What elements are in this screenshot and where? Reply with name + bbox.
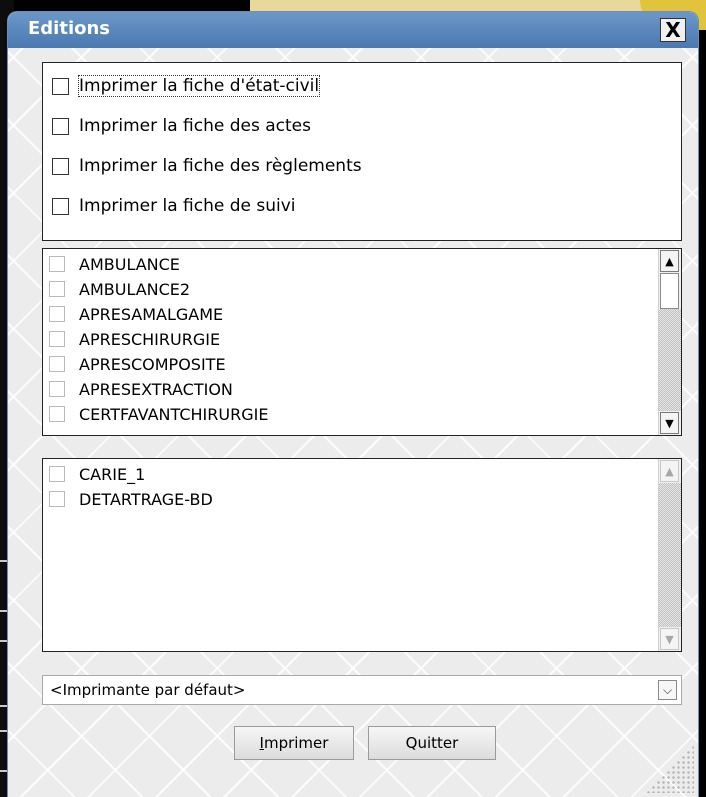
list-item[interactable]: APRESCHIRURGIE — [49, 327, 220, 351]
list-item[interactable]: AMBULANCE — [49, 252, 180, 276]
option-label: Imprimer la fiche d'état-civil — [77, 75, 321, 97]
list-item-label: AMBULANCE2 — [79, 279, 191, 299]
list-item-checkbox[interactable] — [49, 256, 65, 272]
option-label: Imprimer la fiche des actes — [79, 116, 311, 136]
list-item-label: DETARTRAGE-BD — [79, 489, 213, 509]
print-button-label: Imprimer — [259, 734, 329, 752]
arrow-down-icon: ▼ — [665, 416, 674, 430]
printer-select[interactable]: <Imprimante par défaut> ⌵ — [42, 675, 682, 705]
printer-selected-value: <Imprimante par défaut> — [50, 681, 246, 699]
option-actes[interactable]: Imprimer la fiche des actes — [52, 116, 311, 136]
scrollbar-track[interactable] — [659, 309, 681, 411]
list-item-checkbox[interactable] — [49, 306, 65, 322]
print-button[interactable]: Imprimer — [234, 726, 354, 760]
quit-button-label: Quitter — [405, 734, 459, 752]
list-item-checkbox[interactable] — [49, 356, 65, 372]
list-item[interactable]: CARIE_1 — [49, 462, 145, 486]
scroll-up-button[interactable]: ▲ — [660, 460, 679, 482]
list-item-label: CARIE_1 — [79, 464, 146, 484]
option-label: Imprimer la fiche des règlements — [79, 156, 362, 176]
arrow-down-icon: ▼ — [665, 632, 674, 646]
close-button[interactable]: X — [660, 18, 686, 42]
list-item-label: APRESCHIRURGIE — [79, 329, 221, 349]
option-label: Imprimer la fiche de suivi — [79, 196, 296, 216]
print-options-panel: Imprimer la fiche d'état-civil Imprimer … — [42, 62, 682, 241]
list-item[interactable]: CERTFAVANTCHIRURGIE — [49, 402, 268, 426]
option-reglements[interactable]: Imprimer la fiche des règlements — [52, 156, 362, 176]
chevron-down-icon: ⌵ — [662, 682, 673, 697]
option-checkbox[interactable] — [52, 197, 69, 215]
quit-button[interactable]: Quitter — [368, 726, 496, 760]
document-list[interactable]: AMBULANCE AMBULANCE2 APRESAMALGAME APRES… — [42, 248, 682, 436]
dialog-title: Editions — [28, 18, 111, 39]
list-scrollbar[interactable]: ▲ ▼ — [658, 459, 681, 651]
list-item[interactable]: DETARTRAGE-BD — [49, 487, 213, 511]
option-suivi[interactable]: Imprimer la fiche de suivi — [52, 196, 296, 216]
template-list[interactable]: CARIE_1 DETARTRAGE-BD ▲ ▼ — [42, 458, 682, 652]
scroll-down-button[interactable]: ▼ — [660, 412, 679, 434]
list-item[interactable]: APRESEXTRACTION — [49, 377, 233, 401]
dialog-titlebar[interactable]: Editions X — [8, 12, 698, 48]
option-checkbox[interactable] — [52, 117, 69, 135]
list-item-label: APRESAMALGAME — [79, 304, 224, 324]
arrow-up-icon: ▲ — [665, 464, 674, 478]
close-icon: X — [665, 18, 681, 42]
list-item-label: APRESEXTRACTION — [79, 379, 233, 399]
list-item[interactable]: AMBULANCE2 — [49, 277, 190, 301]
list-item-label: AMBULANCE — [79, 254, 180, 274]
list-item-checkbox[interactable] — [49, 466, 65, 482]
list-item-label: CERTFAVANTCHIRURGIE — [79, 404, 269, 424]
printer-dropdown-button[interactable]: ⌵ — [658, 680, 677, 700]
list-item[interactable]: APRESAMALGAME — [49, 302, 223, 326]
scroll-up-button[interactable]: ▲ — [660, 250, 679, 272]
option-checkbox[interactable] — [52, 157, 69, 175]
list-item-checkbox[interactable] — [49, 406, 65, 422]
scroll-down-button[interactable]: ▼ — [660, 628, 679, 650]
list-item[interactable]: APRESCOMPOSITE — [49, 352, 226, 376]
editions-dialog: Editions X Imprimer la fiche d'état-civi… — [8, 12, 698, 797]
scrollbar-track — [659, 483, 681, 627]
list-item-checkbox[interactable] — [49, 331, 65, 347]
arrow-up-icon: ▲ — [665, 254, 674, 268]
option-checkbox[interactable] — [52, 77, 69, 95]
list-scrollbar[interactable]: ▲ ▼ — [658, 249, 681, 435]
list-item-label: APRESCOMPOSITE — [79, 354, 226, 374]
option-etat-civil[interactable]: Imprimer la fiche d'état-civil — [52, 75, 321, 97]
list-item-checkbox[interactable] — [49, 381, 65, 397]
scrollbar-thumb[interactable] — [660, 273, 679, 309]
list-item-checkbox[interactable] — [49, 281, 65, 297]
list-item-checkbox[interactable] — [49, 491, 65, 507]
